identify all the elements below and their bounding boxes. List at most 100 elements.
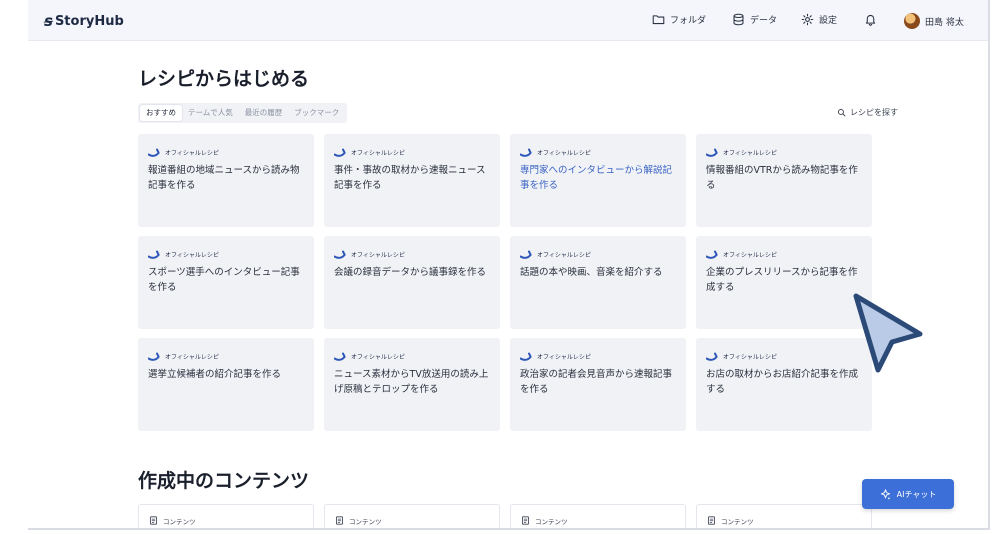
official-badge: オフィシャルレシピ [148, 148, 304, 157]
official-badge: オフィシャルレシピ [520, 250, 676, 259]
recipe-title: 専門家へのインタビューから解説記事を作る [520, 165, 673, 191]
recipe-card[interactable]: オフィシャルレシピ 専門家へのインタビューから解説記事を作る [510, 134, 686, 227]
avatar [904, 13, 920, 29]
content-card-label: コンテンツ [535, 518, 568, 526]
nav-folder[interactable]: フォルダ [652, 13, 706, 26]
tab-bookmarks[interactable]: ブックマーク [288, 105, 345, 121]
nav-settings[interactable]: 設定 [801, 13, 837, 26]
nav-settings-label: 設定 [819, 16, 838, 26]
official-recipe-logo-icon [706, 250, 718, 259]
official-badge-label: オフィシャルレシピ [351, 252, 405, 259]
official-recipe-logo-icon [148, 352, 160, 361]
recipe-tabs: おすすめ テームで人気 最近の履歴 ブックマーク [138, 103, 348, 123]
search-recipes-link[interactable]: レシピを探す [837, 107, 898, 118]
database-icon [733, 13, 744, 26]
recipe-card[interactable]: オフィシャルレシピ 事件・事故の取材から速報ニュース記事を作る [324, 134, 500, 227]
top-bar: ꞩ StoryHub フォルダ データ 設定 田島 将太 [28, 0, 988, 41]
official-badge: オフィシャルレシピ [334, 250, 490, 259]
recipe-card[interactable]: オフィシャルレシピ お店の取材からお店紹介記事を作成する [696, 338, 872, 431]
search-icon [837, 108, 846, 117]
recipe-title: 企業のプレスリリースから記事を作成する [706, 267, 858, 293]
official-badge: オフィシャルレシピ [148, 352, 304, 361]
recipe-card[interactable]: オフィシャルレシピ ニュース素材からTV放送用の読み上げ原稿とテロップを作る [324, 338, 500, 431]
recipe-card[interactable]: オフィシャルレシピ 情報番組のVTRから読み物記事を作る [696, 134, 872, 227]
official-recipe-logo-icon [148, 148, 160, 157]
gear-icon [801, 13, 814, 26]
content-card[interactable]: コンテンツ [324, 504, 500, 528]
content-grid: コンテンツ コンテンツ コンテンツ コンテンツ [138, 504, 872, 528]
recipe-grid: オフィシャルレシピ 報道番組の地域ニュースから読み物記事を作る オフィシャルレシ… [138, 134, 872, 431]
official-badge-label: オフィシャルレシピ [723, 252, 777, 259]
nav-folder-label: フォルダ [670, 16, 707, 26]
official-badge-label: オフィシャルレシピ [165, 354, 219, 361]
folder-icon [652, 15, 665, 25]
content-card-label: コンテンツ [349, 518, 382, 526]
sparkle-icon [880, 488, 890, 500]
bell-icon [865, 14, 876, 26]
nav-data[interactable]: データ [732, 13, 777, 26]
recipe-title: ニュース素材からTV放送用の読み上げ原稿とテロップを作る [334, 369, 489, 395]
official-recipe-logo-icon [706, 148, 718, 157]
tab-popular-by-theme[interactable]: テームで人気 [182, 105, 239, 121]
app-name: StoryHub [54, 13, 124, 29]
recipe-card[interactable]: オフィシャルレシピ 話題の本や映画、音楽を紹介する [510, 236, 686, 329]
recipe-title: 選挙立候補者の紹介記事を作る [148, 369, 282, 380]
recipe-title: 情報番組のVTRから読み物記事を作る [706, 165, 858, 191]
cursor-pointer-icon [853, 293, 923, 373]
official-badge: オフィシャルレシピ [706, 250, 862, 259]
recipe-card[interactable]: オフィシャルレシピ スポーツ選手へのインタビュー記事を作る [138, 236, 314, 329]
content-doc-icon [335, 516, 344, 525]
official-badge: オフィシャルレシピ [334, 352, 490, 361]
official-recipe-logo-icon [706, 352, 718, 361]
official-badge-label: オフィシャルレシピ [537, 150, 591, 157]
recipe-title: スポーツ選手へのインタビュー記事を作る [148, 267, 300, 293]
recipe-title: 報道番組の地域ニュースから読み物記事を作る [148, 165, 300, 191]
ai-chat-button[interactable]: AIチャット [862, 479, 954, 509]
nav-data-label: データ [750, 16, 778, 26]
official-recipe-logo-icon [520, 148, 532, 157]
official-recipe-logo-icon [334, 250, 346, 259]
official-badge: オフィシャルレシピ [706, 352, 862, 361]
content-card[interactable]: コンテンツ [696, 504, 872, 528]
logo-mark-icon: ꞩ [44, 12, 53, 30]
recipe-title: 政治家の記者会見音声から速報記事を作る [520, 369, 673, 395]
official-badge-label: オフィシャルレシピ [537, 252, 591, 259]
user-name: 田島 将太 [925, 17, 964, 28]
recipe-title: 事件・事故の取材から速報ニュース記事を作る [334, 165, 486, 191]
official-badge: オフィシャルレシピ [334, 148, 490, 157]
content-card[interactable]: コンテンツ [510, 504, 686, 528]
official-badge: オフィシャルレシピ [520, 148, 676, 157]
tab-recent-history[interactable]: 最近の履歴 [239, 105, 289, 121]
recipe-card[interactable]: オフィシャルレシピ 報道番組の地域ニュースから読み物記事を作る [138, 134, 314, 227]
recipe-card[interactable]: オフィシャルレシピ 選挙立候補者の紹介記事を作る [138, 338, 314, 431]
official-badge: オフィシャルレシピ [706, 148, 862, 157]
ai-chat-label: AIチャット [896, 489, 937, 499]
content-card-label: コンテンツ [163, 518, 196, 526]
content-card[interactable]: コンテンツ [138, 504, 314, 528]
official-badge-label: オフィシャルレシピ [537, 354, 591, 361]
tab-recommended[interactable]: おすすめ [140, 105, 182, 121]
official-recipe-logo-icon [148, 250, 160, 259]
recipe-card[interactable]: オフィシャルレシピ 政治家の記者会見音声から速報記事を作る [510, 338, 686, 431]
user-menu[interactable]: 田島 将太 [904, 13, 964, 29]
official-badge: オフィシャルレシピ [520, 352, 676, 361]
recipe-title: 会議の録音データから議事録を作る [334, 267, 487, 278]
recipe-card[interactable]: オフィシャルレシピ 企業のプレスリリースから記事を作成する [696, 236, 872, 329]
official-recipe-logo-icon [520, 352, 532, 361]
search-recipes-label: レシピを探す [850, 108, 898, 117]
official-badge: オフィシャルレシピ [148, 250, 304, 259]
official-recipe-logo-icon [334, 148, 346, 157]
official-badge-label: オフィシャルレシピ [165, 150, 219, 157]
official-recipe-logo-icon [334, 352, 346, 361]
notifications-button[interactable] [864, 13, 877, 26]
official-recipe-logo-icon [520, 250, 532, 259]
official-badge-label: オフィシャルレシピ [351, 354, 405, 361]
content-doc-icon [149, 516, 158, 525]
official-badge-label: オフィシャルレシピ [351, 150, 405, 157]
storyhub-logo[interactable]: ꞩ StoryHub [44, 12, 124, 30]
content-doc-icon [521, 516, 530, 525]
recipe-card[interactable]: オフィシャルレシピ 会議の録音データから議事録を作る [324, 236, 500, 329]
official-badge-label: オフィシャルレシピ [723, 354, 777, 361]
recipe-title: 話題の本や映画、音楽を紹介する [520, 267, 663, 278]
recipes-heading: レシピからはじめる [138, 68, 310, 90]
